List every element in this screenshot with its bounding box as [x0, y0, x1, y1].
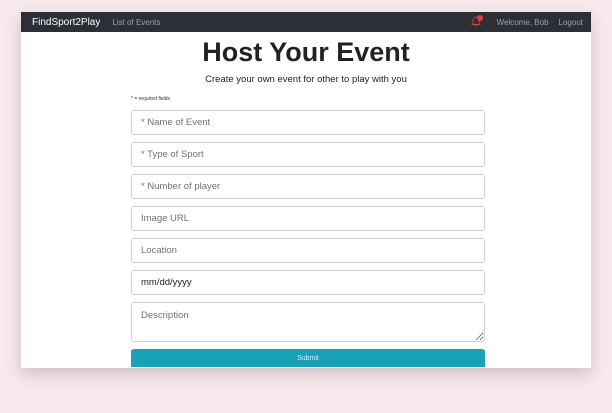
page-title: Host Your Event [202, 37, 410, 67]
notification-badge [476, 15, 483, 21]
host-event-form: Submit [131, 110, 485, 367]
date-input[interactable] [131, 270, 485, 295]
player-count-input[interactable] [131, 174, 485, 199]
welcome-text: Welcome, Bob [496, 17, 549, 27]
sport-type-input[interactable] [131, 142, 485, 167]
description-textarea[interactable] [131, 302, 485, 342]
image-url-input[interactable] [131, 206, 485, 231]
submit-button[interactable]: Submit [131, 349, 485, 367]
app-window: FindSport2Play List of Events Welcome, B… [21, 12, 591, 368]
bell-icon[interactable] [470, 15, 483, 28]
brand-link[interactable]: FindSport2Play [32, 17, 100, 28]
list-of-events-link[interactable]: List of Events [112, 18, 160, 27]
event-name-input[interactable] [131, 110, 485, 135]
page-subtitle: Create your own event for other to play … [205, 74, 407, 85]
logout-link[interactable]: Logout [559, 18, 583, 27]
location-input[interactable] [131, 238, 485, 263]
required-fields-note: * = required fields [131, 96, 171, 102]
navbar: FindSport2Play List of Events Welcome, B… [21, 12, 591, 32]
